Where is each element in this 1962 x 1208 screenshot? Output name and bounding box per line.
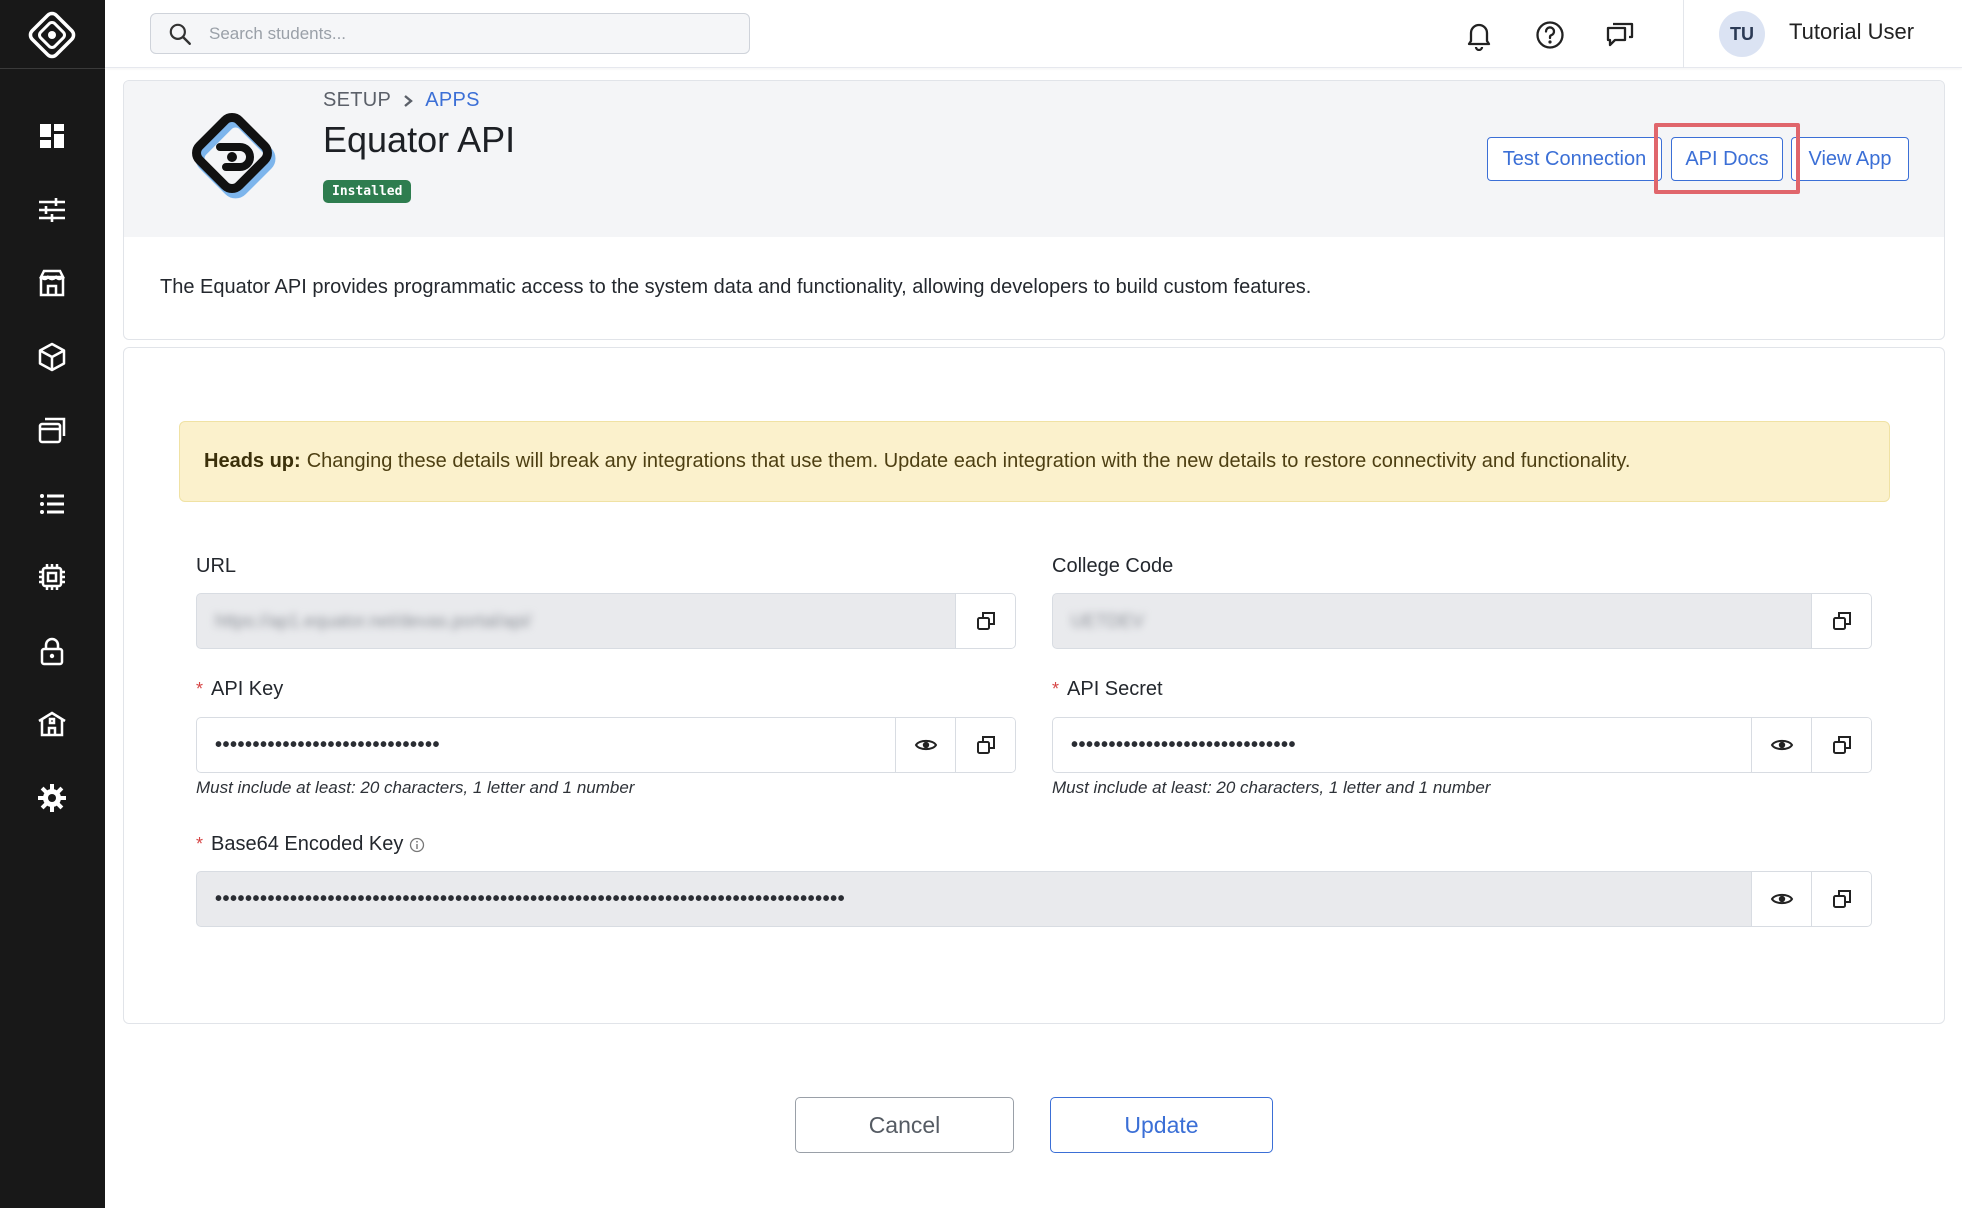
college-code-field: UETDEV xyxy=(1052,593,1872,649)
store-icon xyxy=(38,269,66,297)
sidebar-item-controls[interactable] xyxy=(31,189,73,231)
eye-icon xyxy=(1770,739,1793,751)
url-value: https://ap1.equator.net/devas.portal/api… xyxy=(215,610,532,631)
warning-alert: Heads up: Changing these details will br… xyxy=(179,421,1890,502)
breadcrumb-apps[interactable]: APPS xyxy=(425,89,480,112)
user-name[interactable]: Tutorial User xyxy=(1789,19,1914,45)
copy-college-code-button[interactable] xyxy=(1811,594,1871,648)
api-key-input[interactable]: •••••••••••••••••••••••••••••• xyxy=(197,718,895,772)
college-code-label: College Code xyxy=(1052,555,1173,578)
sliders-icon xyxy=(39,198,65,222)
avatar[interactable]: TU xyxy=(1719,11,1765,57)
api-secret-label-text: API Secret xyxy=(1067,678,1163,700)
api-secret-input[interactable]: •••••••••••••••••••••••••••••• xyxy=(1053,718,1751,772)
page-title: Equator API xyxy=(323,119,516,160)
sidebar-item-dashboard[interactable] xyxy=(31,115,73,157)
base64-label: * Base64 Encoded Key xyxy=(196,833,425,856)
test-connection-button[interactable]: Test Connection xyxy=(1487,137,1662,181)
copy-api-key-button[interactable] xyxy=(955,718,1015,772)
copy-base64-button[interactable] xyxy=(1811,872,1871,926)
sidebar-divider xyxy=(0,68,105,69)
url-label-text: URL xyxy=(196,555,237,577)
base64-field: ••••••••••••••••••••••••••••••••••••••••… xyxy=(196,871,1872,927)
building-icon xyxy=(38,711,66,737)
alert-text: Changing these details will break any in… xyxy=(306,450,1631,472)
search-box[interactable] xyxy=(150,13,750,54)
api-secret-label: * API Secret xyxy=(1052,678,1163,701)
sidebar-item-store[interactable] xyxy=(31,262,73,304)
college-code-value: UETDEV xyxy=(1071,610,1145,631)
show-base64-button[interactable] xyxy=(1751,872,1811,926)
sidebar-item-settings[interactable] xyxy=(31,777,73,819)
sidebar-item-products[interactable] xyxy=(31,336,73,378)
required-marker: * xyxy=(196,679,204,699)
api-secret-field[interactable]: •••••••••••••••••••••••••••••• xyxy=(1052,717,1872,773)
copy-api-secret-button[interactable] xyxy=(1811,718,1871,772)
api-key-field[interactable]: •••••••••••••••••••••••••••••• xyxy=(196,717,1016,773)
chip-icon xyxy=(39,564,65,590)
breadcrumb: SETUP APPS xyxy=(323,89,480,112)
gear-icon xyxy=(38,784,66,812)
college-code-label-text: College Code xyxy=(1052,555,1174,577)
url-field: https://ap1.equator.net/devas.portal/api… xyxy=(196,593,1016,649)
chevron-right-icon xyxy=(404,94,414,107)
show-api-key-button[interactable] xyxy=(895,718,955,772)
chat-icon xyxy=(1606,22,1634,47)
credentials-form: Heads up: Changing these details will br… xyxy=(123,347,1945,1024)
help-button[interactable] xyxy=(1532,17,1568,53)
copy-icon xyxy=(1832,736,1851,754)
list-icon xyxy=(40,494,64,514)
api-key-label-text: API Key xyxy=(211,678,284,700)
app-description: The Equator API provides programmatic ac… xyxy=(160,276,1312,298)
breadcrumb-setup[interactable]: SETUP xyxy=(323,89,391,112)
copy-url-button[interactable] xyxy=(955,594,1015,648)
topbar-divider xyxy=(1683,0,1684,68)
cancel-button[interactable]: Cancel xyxy=(795,1097,1014,1153)
notifications-button[interactable] xyxy=(1461,17,1497,53)
copy-icon xyxy=(1832,612,1851,630)
equator-app-logo-icon xyxy=(182,107,282,207)
eye-icon xyxy=(1770,893,1793,905)
equator-logo-icon[interactable] xyxy=(22,5,82,65)
help-icon xyxy=(1536,21,1564,49)
api-secret-hint: Must include at least: 20 characters, 1 … xyxy=(1052,778,1491,797)
app-header: SETUP APPS Equator API Installed Test Co… xyxy=(124,81,1944,237)
url-label: URL xyxy=(196,555,236,578)
update-button[interactable]: Update xyxy=(1050,1097,1273,1153)
api-key-label: * API Key xyxy=(196,678,283,701)
sidebar-item-list[interactable] xyxy=(31,483,73,525)
api-key-hint: Must include at least: 20 characters, 1 … xyxy=(196,778,635,797)
base64-label-text: Base64 Encoded Key xyxy=(211,833,404,855)
copy-icon xyxy=(976,612,995,630)
bell-icon xyxy=(1467,23,1491,51)
sidebar-item-chip[interactable] xyxy=(31,556,73,598)
status-badge: Installed xyxy=(323,180,412,203)
sidebar-item-windows[interactable] xyxy=(31,409,73,451)
view-app-button[interactable]: View App xyxy=(1791,137,1909,181)
copy-icon xyxy=(1832,890,1851,908)
layers-icon xyxy=(38,417,66,444)
copy-icon xyxy=(976,736,995,754)
alert-title: Heads up: xyxy=(204,450,301,472)
info-icon[interactable] xyxy=(409,837,425,853)
app-header-card: SETUP APPS Equator API Installed Test Co… xyxy=(123,80,1945,340)
top-bar: TU Tutorial User xyxy=(105,0,1962,68)
sidebar-item-security[interactable] xyxy=(31,630,73,672)
api-docs-button[interactable]: API Docs xyxy=(1671,137,1783,181)
required-marker: * xyxy=(196,834,204,854)
sidebar xyxy=(0,0,105,1208)
chat-button[interactable] xyxy=(1602,17,1638,53)
lock-icon xyxy=(40,637,64,666)
cube-icon xyxy=(38,342,66,372)
required-marker: * xyxy=(1052,679,1060,699)
eye-icon xyxy=(914,739,937,751)
search-icon xyxy=(169,23,191,45)
grid-icon xyxy=(40,124,64,148)
base64-value: ••••••••••••••••••••••••••••••••••••••••… xyxy=(215,887,846,910)
sidebar-item-campus[interactable] xyxy=(31,703,73,745)
show-api-secret-button[interactable] xyxy=(1751,718,1811,772)
search-input[interactable] xyxy=(209,23,729,44)
